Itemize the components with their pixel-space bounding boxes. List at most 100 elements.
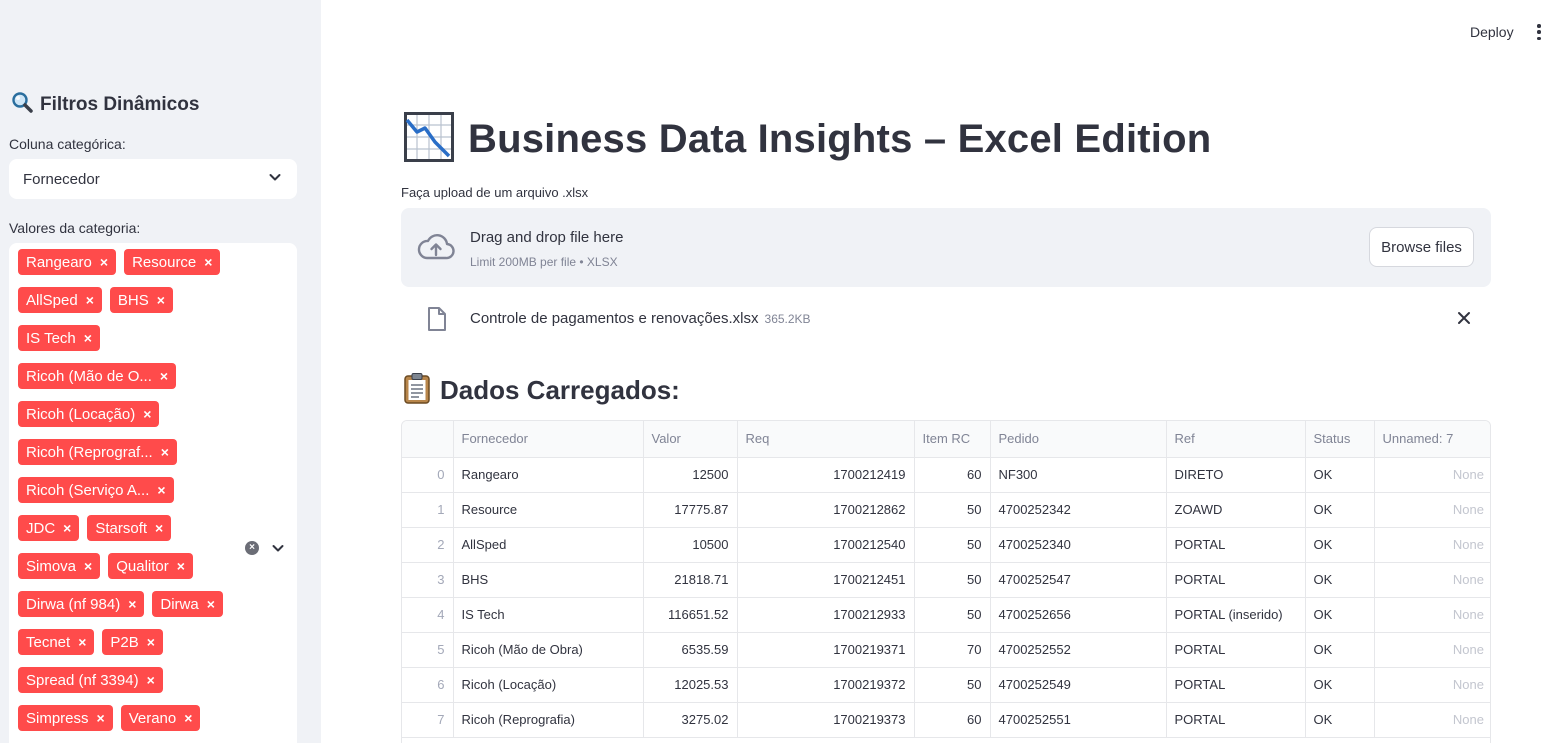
remove-tag-icon[interactable]: ×	[86, 293, 94, 307]
table-cell[interactable]: PORTAL	[1166, 632, 1306, 668]
table-cell[interactable]: BHS	[453, 562, 644, 598]
deploy-button[interactable]: Deploy	[1470, 24, 1514, 40]
table-cell[interactable]: 4700252547	[990, 562, 1167, 598]
remove-tag-icon[interactable]: ×	[97, 711, 105, 725]
table-cell[interactable]: 50	[914, 562, 991, 598]
table-cell[interactable]: 12500	[643, 457, 738, 493]
table-cell[interactable]: Rangearo	[453, 457, 644, 493]
selected-tag[interactable]: BHS ×	[109, 287, 173, 313]
remove-tag-icon[interactable]: ×	[84, 559, 92, 573]
selected-tag[interactable]: Simpress ×	[18, 705, 113, 731]
table-cell[interactable]: 17775.87	[643, 492, 738, 528]
column-header[interactable]: Item RC	[914, 421, 991, 458]
table-cell[interactable]: 6535.59	[643, 632, 738, 668]
remove-file-icon[interactable]	[1456, 310, 1472, 331]
selected-tag[interactable]: IS Tech ×	[18, 325, 100, 351]
remove-tag-icon[interactable]: ×	[147, 635, 155, 649]
table-cell[interactable]: None	[1374, 667, 1490, 703]
table-cell[interactable]: None	[1374, 597, 1490, 633]
selected-tag[interactable]: Ricoh (Locação) ×	[18, 401, 160, 427]
table-cell[interactable]: Ricoh (Locação)	[453, 667, 644, 703]
table-row[interactable]: 3 BHS 21818.71 1700212451 50 4700252547 PORTAL…	[402, 562, 1490, 598]
main-menu-icon[interactable]	[1534, 22, 1544, 42]
table-cell[interactable]: 1700212933	[737, 597, 915, 633]
table-cell[interactable]: PORTAL	[1166, 562, 1306, 598]
remove-tag-icon[interactable]: ×	[100, 255, 108, 269]
table-cell[interactable]: 3275.02	[643, 702, 738, 738]
column-header[interactable]	[402, 421, 454, 458]
remove-tag-icon[interactable]: ×	[204, 255, 212, 269]
remove-tag-icon[interactable]: ×	[160, 369, 168, 383]
table-cell[interactable]: 1700219373	[737, 702, 915, 738]
remove-tag-icon[interactable]: ×	[184, 711, 192, 725]
table-cell[interactable]: 1700212451	[737, 562, 915, 598]
table-cell[interactable]: 116651.52	[643, 597, 738, 633]
table-row[interactable]: 6 Ricoh (Locação) 12025.53 1700219372 50 4700…	[402, 667, 1490, 703]
table-cell[interactable]: NF300	[990, 457, 1167, 493]
remove-tag-icon[interactable]: ×	[207, 597, 215, 611]
selected-tag[interactable]: Tecnet ×	[18, 629, 95, 655]
table-cell[interactable]: 4700252552	[990, 632, 1167, 668]
table-cell[interactable]: OK	[1305, 562, 1375, 598]
table-cell[interactable]: 10500	[643, 527, 738, 563]
table-cell[interactable]: DIRETO	[1166, 457, 1306, 493]
selected-tag[interactable]: Dirwa ×	[152, 591, 223, 617]
table-cell[interactable]: None	[1374, 632, 1490, 668]
table-cell[interactable]: 4700252549	[990, 667, 1167, 703]
selected-tag[interactable]: Resource ×	[124, 249, 221, 275]
remove-tag-icon[interactable]: ×	[78, 635, 86, 649]
remove-tag-icon[interactable]: ×	[155, 521, 163, 535]
remove-tag-icon[interactable]: ×	[147, 673, 155, 687]
table-cell[interactable]: Ricoh (Mão de Obra)	[453, 632, 644, 668]
table-row[interactable]: 7 Ricoh (Reprografia) 3275.02 1700219373 60 4…	[402, 702, 1490, 738]
data-table[interactable]: Fornecedor Valor Req Item RC Pedido Ref Status…	[401, 420, 1491, 743]
selected-tag[interactable]: Ricoh (Reprograf... ×	[18, 439, 177, 465]
column-header[interactable]: Ref	[1166, 421, 1306, 458]
selected-tag[interactable]: Qualitor ×	[108, 553, 193, 579]
selected-tag[interactable]: Spread (nf 3394) ×	[18, 667, 163, 693]
table-cell[interactable]: OK	[1305, 667, 1375, 703]
column-header[interactable]: Req	[737, 421, 915, 458]
table-cell[interactable]: PORTAL	[1166, 667, 1306, 703]
table-cell[interactable]: 1700212862	[737, 492, 915, 528]
table-cell[interactable]: 1700212419	[737, 457, 915, 493]
file-dropzone[interactable]: Drag and drop file here Limit 200MB per …	[401, 208, 1491, 287]
column-header[interactable]: Fornecedor	[453, 421, 644, 458]
table-cell[interactable]: 50	[914, 527, 991, 563]
table-cell[interactable]: OK	[1305, 632, 1375, 668]
table-cell[interactable]: 70	[914, 632, 991, 668]
table-row[interactable]: 5 Ricoh (Mão de Obra) 6535.59 1700219371 70 4…	[402, 632, 1490, 668]
column-header[interactable]: Unnamed: 7	[1374, 421, 1490, 458]
table-cell[interactable]: PORTAL (inserido)	[1166, 597, 1306, 633]
table-cell[interactable]: 1700219372	[737, 667, 915, 703]
column-header[interactable]: Pedido	[990, 421, 1167, 458]
table-cell[interactable]: IS Tech	[453, 597, 644, 633]
table-row[interactable]: 1 Resource 17775.87 1700212862 50 4700252342 Z…	[402, 492, 1490, 528]
browse-files-button[interactable]: Browse files	[1369, 227, 1474, 267]
table-cell[interactable]: 50	[914, 492, 991, 528]
remove-tag-icon[interactable]: ×	[157, 483, 165, 497]
table-row[interactable]: 0 Rangearo 12500 1700212419 60 NF300 DIRETO OK N…	[402, 457, 1490, 493]
table-cell[interactable]: 4700252340	[990, 527, 1167, 563]
table-cell[interactable]: 60	[914, 457, 991, 493]
table-cell[interactable]: 60	[914, 702, 991, 738]
table-cell[interactable]: None	[1374, 457, 1490, 493]
table-cell[interactable]: OK	[1305, 457, 1375, 493]
table-cell[interactable]: OK	[1305, 527, 1375, 563]
table-cell[interactable]: 4700252656	[990, 597, 1167, 633]
selected-tag[interactable]: JDC ×	[18, 515, 80, 541]
table-cell[interactable]: AllSped	[453, 527, 644, 563]
table-row[interactable]: 2 AllSped 10500 1700212540 50 4700252340 PORTA…	[402, 527, 1490, 563]
table-cell[interactable]: 1700219371	[737, 632, 915, 668]
table-row[interactable]: 4 IS Tech 116651.52 1700212933 50 4700252656 P…	[402, 597, 1490, 633]
category-column-select[interactable]: Fornecedor	[9, 159, 297, 199]
selected-tag[interactable]: Ricoh (Serviço A... ×	[18, 477, 174, 503]
selected-tag[interactable]: Dirwa (nf 984) ×	[18, 591, 145, 617]
selected-tag[interactable]: Rangearo ×	[18, 249, 117, 275]
remove-tag-icon[interactable]: ×	[157, 293, 165, 307]
table-cell[interactable]: OK	[1305, 597, 1375, 633]
selected-tag[interactable]: Simova ×	[18, 553, 101, 579]
table-cell[interactable]: Resource	[453, 492, 644, 528]
table-cell[interactable]: OK	[1305, 702, 1375, 738]
table-cell[interactable]: Ricoh (Reprografia)	[453, 702, 644, 738]
